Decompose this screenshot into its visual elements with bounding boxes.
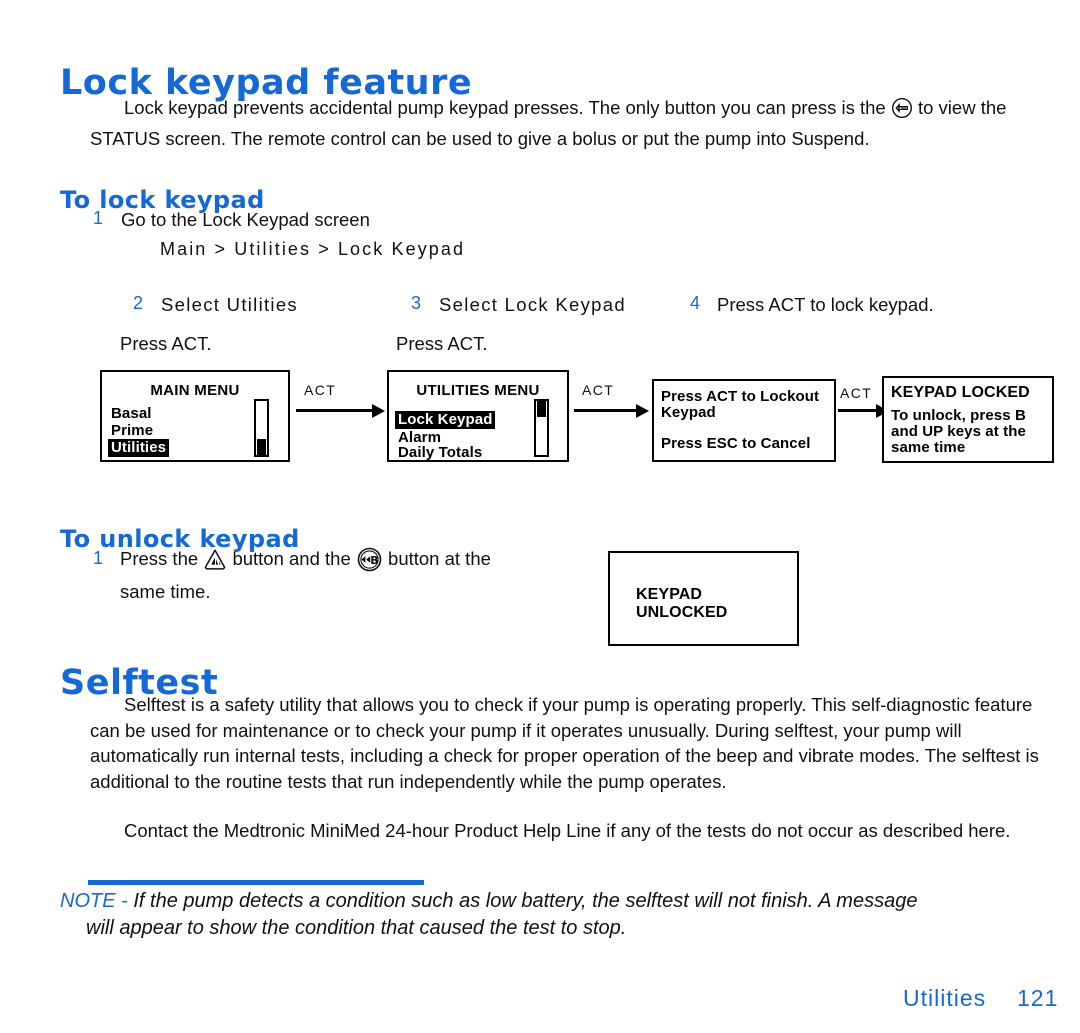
selftest-paragraph-2: Contact the Medtronic MiniMed 24-hour Pr… — [124, 820, 1011, 841]
bolus-b-button-icon: B — [356, 547, 383, 579]
keypad-locked-line-1: To unlock, press B — [891, 407, 1026, 424]
keypad-locked-line-2: and UP keys at the — [891, 423, 1026, 440]
esc-button-icon: ESC — [891, 97, 913, 126]
note-divider-rule — [88, 880, 424, 885]
utilities-menu-item-daily-totals: Daily Totals — [398, 444, 483, 461]
arrow-3-line — [838, 409, 880, 412]
unlock-text-part-3: button at the — [388, 548, 491, 569]
arrow-2-label-act: ACT — [582, 382, 615, 398]
pump-screen-keypad-locked: KEYPAD LOCKED To unlock, press B and UP … — [882, 376, 1054, 463]
main-menu-item-utilities-selected: Utilities — [108, 439, 170, 457]
note-line-2: will appear to show the condition that c… — [86, 917, 627, 939]
arrow-2-head — [636, 404, 649, 418]
footer-chapter: Utilities — [903, 985, 987, 1011]
lock-keypad-intro-paragraph: Lock keypad prevents accidental pump key… — [90, 95, 1050, 151]
up-arrow-button-icon — [203, 548, 227, 578]
step-number-3: 3 — [411, 293, 422, 313]
keypad-unlocked-line-2: UNLOCKED — [636, 604, 728, 621]
note-label: NOTE - — [60, 890, 128, 912]
selftest-paragraph-1: Selftest is a safety utility that allows… — [90, 694, 1039, 792]
utilities-menu-scrollbar[interactable] — [534, 399, 549, 457]
breadcrumb: Main > Utilities > Lock Keypad — [160, 239, 466, 259]
note-line-1: If the pump detects a condition such as … — [133, 890, 918, 912]
main-menu-title: MAIN MENU — [150, 382, 240, 399]
step-3-subtext: Press ACT. — [396, 333, 488, 354]
arrow-1-line — [296, 409, 374, 412]
svg-text:B: B — [370, 554, 378, 567]
pump-screen-utilities-menu: UTILITIES MENU Lock Keypad Alarm Daily T… — [387, 370, 569, 462]
arrow-2-line — [574, 409, 638, 412]
arrow-1-head — [372, 404, 385, 418]
step-number-1-unlock: 1 — [93, 548, 104, 568]
utilities-menu-title: UTILITIES MENU — [416, 382, 540, 399]
step-number-1-lock: 1 — [93, 208, 104, 228]
keypad-locked-title: KEYPAD LOCKED — [891, 384, 1030, 401]
footer-page-number: 121 — [1017, 985, 1059, 1011]
main-menu-scrollbar-thumb[interactable] — [257, 439, 266, 455]
pump-screen-lockout-confirm: Press ACT to Lockout Keypad Press ESC to… — [652, 379, 836, 462]
main-menu-item-basal: Basal — [111, 405, 152, 422]
unlock-text-part-1: Press the — [120, 548, 199, 569]
step-2-subtext: Press ACT. — [120, 333, 212, 354]
confirm-line-1: Press ACT to Lockout — [661, 388, 820, 405]
pump-screen-main-menu: MAIN MENU Basal Prime Utilities — [100, 370, 290, 462]
step-4-text: Press ACT to lock keypad. — [717, 294, 934, 315]
main-menu-item-prime: Prime — [111, 422, 154, 439]
step-1-unlock-text: Press the button and the B button at the… — [120, 546, 590, 605]
utilities-menu-scrollbar-thumb[interactable] — [537, 401, 546, 417]
utilities-menu-item-lock-keypad-selected: Lock Keypad — [395, 411, 496, 429]
keypad-locked-line-3: same time — [891, 439, 966, 456]
lock-keypad-intro-text-1: Lock keypad prevents accidental pump key… — [124, 97, 886, 118]
pump-screen-keypad-unlocked: KEYPAD UNLOCKED — [608, 551, 799, 646]
confirm-line-2: Keypad — [661, 404, 716, 421]
keypad-unlocked-line-1: KEYPAD — [636, 586, 703, 603]
step-3-text: Select Lock Keypad — [439, 294, 626, 315]
step-number-4: 4 — [690, 293, 701, 313]
arrow-3-label-act: ACT — [840, 385, 873, 401]
step-1-lock-text: Go to the Lock Keypad screen — [121, 209, 370, 230]
confirm-line-3: Press ESC to Cancel — [661, 435, 811, 452]
step-2-text: Select Utilities — [161, 294, 298, 315]
document-page: Lock keypad feature Lock keypad prevents… — [0, 0, 1080, 1033]
main-menu-scrollbar[interactable] — [254, 399, 269, 457]
note-block: NOTE - If the pump detects a condition s… — [60, 888, 1060, 942]
arrow-1-label-act: ACT — [304, 382, 337, 398]
unlock-text-part-4: same time. — [120, 581, 211, 602]
svg-text:ESC: ESC — [897, 106, 908, 112]
step-number-2: 2 — [133, 293, 144, 313]
unlock-text-part-2: button and the — [232, 548, 351, 569]
